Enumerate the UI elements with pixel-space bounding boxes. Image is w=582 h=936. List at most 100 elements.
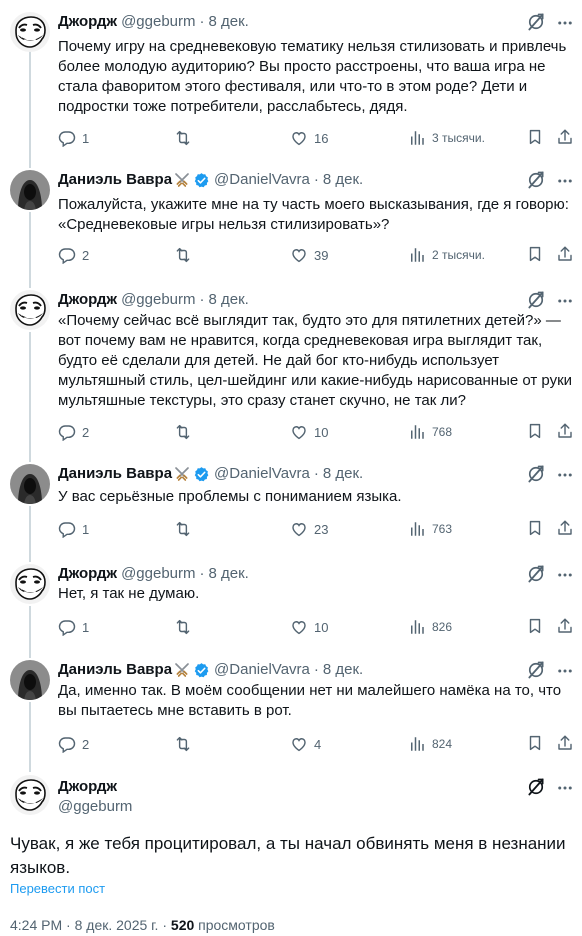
retweet-button[interactable]: [174, 519, 198, 539]
views-button[interactable]: 3 тысячи.: [408, 128, 485, 148]
translate-post-link[interactable]: Перевести пост: [10, 881, 105, 896]
reply-button[interactable]: 1: [58, 128, 89, 148]
views-button[interactable]: 763: [408, 519, 452, 539]
retweet-button[interactable]: [174, 245, 198, 265]
avatar[interactable]: [10, 12, 50, 52]
grok-icon[interactable]: [526, 12, 546, 32]
grok-icon[interactable]: [526, 170, 546, 190]
tweet-date[interactable]: 8 дек.: [209, 564, 249, 584]
more-icon[interactable]: [556, 14, 574, 32]
retweet-button[interactable]: [174, 422, 198, 442]
grok-icon[interactable]: [526, 564, 546, 584]
post-date[interactable]: 8 дек. 2025 г.: [75, 917, 159, 933]
avatar[interactable]: [10, 464, 50, 504]
bookmark-icon[interactable]: [526, 734, 544, 752]
bookmark-icon[interactable]: [526, 617, 544, 635]
grok-icon[interactable]: [526, 777, 546, 797]
views-button[interactable]: 826: [408, 617, 452, 637]
thread-line: [29, 702, 31, 772]
grok-icon[interactable]: [526, 660, 546, 680]
avatar[interactable]: [10, 564, 50, 604]
heart-icon: [290, 618, 308, 636]
share-icon[interactable]: [556, 128, 574, 146]
grok-icon[interactable]: [526, 464, 546, 484]
avatar[interactable]: [10, 170, 50, 210]
retweet-button[interactable]: [174, 617, 198, 637]
crossed-swords-icon: [174, 172, 190, 188]
bookmark-icon[interactable]: [526, 519, 544, 537]
share-icon[interactable]: [556, 519, 574, 537]
more-icon[interactable]: [556, 466, 574, 484]
reply-icon: [58, 129, 76, 147]
tweet-date[interactable]: 8 дек.: [209, 290, 249, 310]
user-name[interactable]: Джордж: [58, 564, 117, 584]
verified-badge-icon[interactable]: [193, 466, 210, 483]
user-handle[interactable]: @ggeburm: [121, 12, 195, 32]
bookmark-icon[interactable]: [526, 128, 544, 146]
reply-button[interactable]: 2: [58, 245, 89, 265]
avatar[interactable]: [10, 660, 50, 700]
user-name[interactable]: Джордж: [58, 12, 117, 32]
views-button[interactable]: 2 тысячи.: [408, 245, 485, 265]
tweet-date[interactable]: 8 дек.: [323, 170, 363, 190]
retweet-button[interactable]: [174, 734, 198, 754]
tweet-actions: 2 39 2 тысячи.: [58, 245, 574, 265]
like-button[interactable]: 4: [290, 734, 321, 754]
like-button[interactable]: 10: [290, 422, 328, 442]
views-count: 520: [170, 917, 195, 933]
like-count: 39: [314, 247, 329, 263]
tweet-date[interactable]: 8 дек.: [323, 464, 363, 484]
heart-icon: [290, 735, 308, 753]
like-button[interactable]: 16: [290, 128, 328, 148]
tweet-header: Даниэль Вавра @DanielVavra · 8 дек.: [58, 660, 363, 680]
views-button[interactable]: 824: [408, 734, 452, 754]
verified-badge-icon[interactable]: [193, 172, 210, 189]
reply-button[interactable]: 1: [58, 519, 89, 539]
share-icon[interactable]: [556, 245, 574, 263]
tweet-date[interactable]: 8 дек.: [323, 660, 363, 680]
user-name[interactable]: Даниэль Вавра: [58, 660, 172, 680]
more-icon[interactable]: [556, 172, 574, 190]
verified-badge-icon[interactable]: [193, 662, 210, 679]
avatar[interactable]: [10, 775, 50, 815]
user-name[interactable]: Даниэль Вавра: [58, 170, 172, 190]
reply-button[interactable]: 1: [58, 617, 89, 637]
tweet-text: Пожалуйста, укажите мне на ту часть моег…: [58, 196, 569, 233]
user-handle[interactable]: @DanielVavra: [214, 660, 310, 680]
heart-icon: [290, 520, 308, 538]
user-name[interactable]: Джордж: [58, 290, 117, 310]
grok-icon[interactable]: [526, 290, 546, 310]
tweet-header: Даниэль Вавра @DanielVavra · 8 дек.: [58, 170, 363, 190]
more-icon[interactable]: [556, 566, 574, 584]
user-handle[interactable]: @ggeburm: [58, 797, 132, 817]
post-time[interactable]: 4:24 PM: [10, 917, 62, 933]
share-icon[interactable]: [556, 617, 574, 635]
retweet-icon: [174, 520, 192, 538]
user-name[interactable]: Даниэль Вавра: [58, 464, 172, 484]
bookmark-icon[interactable]: [526, 245, 544, 263]
more-icon[interactable]: [556, 292, 574, 310]
like-button[interactable]: 39: [290, 245, 328, 265]
bookmark-icon[interactable]: [526, 422, 544, 440]
avatar[interactable]: [10, 290, 50, 330]
share-icon[interactable]: [556, 734, 574, 752]
more-icon[interactable]: [556, 662, 574, 680]
user-name[interactable]: Джордж: [58, 777, 117, 797]
retweet-icon: [174, 246, 192, 264]
like-button[interactable]: 23: [290, 519, 328, 539]
tweet-date[interactable]: 8 дек.: [209, 12, 249, 32]
user-handle[interactable]: @DanielVavra: [214, 464, 310, 484]
user-handle[interactable]: @ggeburm: [121, 564, 195, 584]
views-icon: [408, 520, 426, 538]
reply-button[interactable]: 2: [58, 422, 89, 442]
more-icon[interactable]: [556, 779, 574, 797]
share-icon[interactable]: [556, 422, 574, 440]
retweet-button[interactable]: [174, 128, 198, 148]
views-count: 824: [432, 737, 453, 751]
tweet-header: Джордж @ggeburm · 8 дек.: [58, 290, 249, 310]
user-handle[interactable]: @DanielVavra: [214, 170, 310, 190]
reply-button[interactable]: 2: [58, 734, 89, 754]
user-handle[interactable]: @ggeburm: [121, 290, 195, 310]
views-button[interactable]: 768: [408, 422, 452, 442]
like-button[interactable]: 10: [290, 617, 328, 637]
